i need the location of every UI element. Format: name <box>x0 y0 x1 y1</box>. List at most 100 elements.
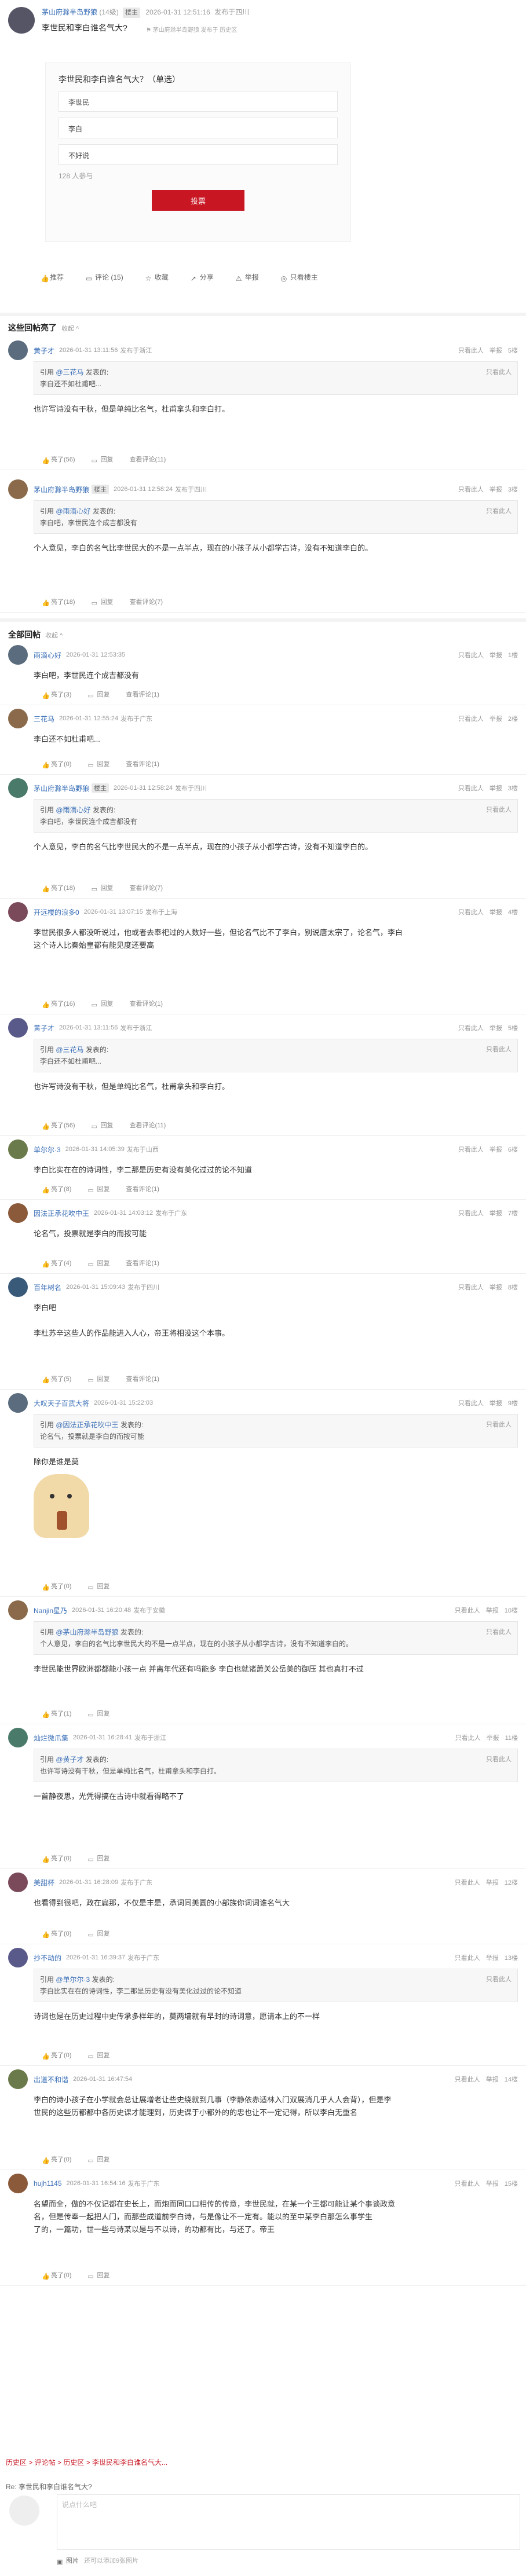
report-button[interactable]: 举报 <box>486 2179 499 2188</box>
report-button[interactable]: 举报 <box>490 1023 502 1032</box>
view-comments-button[interactable]: 查看评论(11) <box>130 1120 166 1130</box>
only-button[interactable]: 只看此人 <box>458 1145 484 1154</box>
quote-user[interactable]: @黄子才 <box>56 1756 83 1764</box>
only-button[interactable]: 只看此人 <box>486 804 512 816</box>
reply-username[interactable]: 美甜杯 <box>34 1878 54 1888</box>
reply-username[interactable]: 大叹天子百武大将 <box>34 1398 89 1408</box>
only-button[interactable]: 只看此人 <box>486 1974 512 1985</box>
reply-button[interactable]: ▭ 回复 <box>87 2270 109 2280</box>
view-comments-button[interactable]: 查看评论(1) <box>126 1184 159 1193</box>
only-button[interactable]: 只看此人 <box>458 650 484 659</box>
only-button[interactable]: 只看此人 <box>486 505 512 517</box>
reply-input[interactable]: 说点什么吧 <box>57 2494 520 2550</box>
quote-user[interactable]: @因法正承花吹中王 <box>56 1421 118 1429</box>
only-button[interactable]: 只看此人 <box>486 1754 512 1765</box>
reply-username[interactable]: 茅山府滁半岛野狼 <box>34 485 89 494</box>
favorite-button[interactable]: ☆ 收藏 <box>145 272 169 283</box>
report-button[interactable]: 举报 <box>487 1733 499 1742</box>
quote-user[interactable]: @茅山府滁半岛野狼 <box>56 1628 118 1636</box>
view-comments-button[interactable]: 查看评论(11) <box>130 455 166 464</box>
avatar[interactable] <box>8 1600 28 1620</box>
like-button[interactable]: 👍 亮了(0) <box>42 2050 71 2060</box>
reply-button[interactable]: ▭ 回复 <box>87 690 109 699</box>
only-button[interactable]: 只看此人 <box>486 367 512 378</box>
avatar[interactable] <box>8 1203 28 1223</box>
reply-button[interactable]: ▭ 回复 <box>92 597 114 607</box>
author-avatar[interactable] <box>8 7 35 34</box>
only-button[interactable]: 只看此人 <box>458 346 484 355</box>
like-button[interactable]: 👍 亮了(4) <box>42 1258 71 1268</box>
reply-button[interactable]: ▭ 回复 <box>87 1258 109 1268</box>
report-button[interactable]: 举报 <box>490 485 502 494</box>
only-button[interactable]: 只看此人 <box>455 1733 481 1742</box>
like-button[interactable]: 👍 亮了(0) <box>42 1581 71 1591</box>
reply-username[interactable]: 抄不动的 <box>34 1953 61 1963</box>
avatar[interactable] <box>8 1139 28 1159</box>
reply-username[interactable]: 灿烂微爪集 <box>34 1733 68 1743</box>
report-button[interactable]: 举报 <box>490 1208 502 1218</box>
like-button[interactable]: 👍 亮了(5) <box>42 1374 71 1384</box>
reply-username[interactable]: Nanjin星乃 <box>34 1606 67 1615</box>
like-button[interactable]: 👍 亮了(1) <box>42 1709 71 1718</box>
avatar[interactable] <box>8 1948 28 1967</box>
avatar[interactable] <box>8 778 28 798</box>
quote-user[interactable]: @三花马 <box>56 368 83 376</box>
poll-option[interactable]: 不好说 <box>59 144 338 165</box>
quote-user[interactable]: @雨滴心好 <box>56 507 90 515</box>
avatar[interactable] <box>8 1277 28 1297</box>
only-button[interactable]: 只看此人 <box>458 485 484 494</box>
reply-button[interactable]: ▭ 回复 <box>87 1581 109 1591</box>
report-button[interactable]: 举报 <box>490 783 502 793</box>
like-button[interactable]: 👍 亮了(3) <box>42 690 71 699</box>
like-button[interactable]: 👍 亮了(56) <box>42 1120 75 1130</box>
only-button[interactable]: 只看此人 <box>458 1282 484 1292</box>
comment-button[interactable]: ▭ 评论 (15) <box>86 272 123 283</box>
reply-button[interactable]: ▭ 回复 <box>87 1853 109 1863</box>
image-button[interactable]: ▣ 图片 <box>57 2557 79 2566</box>
reply-button[interactable]: ▭ 回复 <box>87 1374 109 1384</box>
view-comments-button[interactable]: 查看评论(7) <box>130 883 163 892</box>
only-button[interactable]: 只看此人 <box>455 1606 480 1615</box>
report-button[interactable]: ⚠ 举报 <box>236 272 259 283</box>
report-button[interactable]: 举报 <box>486 1953 499 1962</box>
like-button[interactable]: 👍 亮了(0) <box>42 759 71 769</box>
vote-button[interactable]: 投票 <box>152 190 244 211</box>
view-comments-button[interactable]: 查看评论(7) <box>130 597 163 606</box>
reply-username[interactable]: 黄子才 <box>34 1023 54 1033</box>
reply-username[interactable]: 三花马 <box>34 714 54 724</box>
breadcrumb[interactable]: 历史区 > 评论帖 > 历史区 > 李世民和李白谁名气大... <box>6 2457 167 2467</box>
like-button[interactable]: 👍 亮了(0) <box>42 1853 71 1863</box>
view-comments-button[interactable]: 查看评论(1) <box>126 759 159 768</box>
poll-option[interactable]: 李世民 <box>59 91 338 112</box>
author-only-button[interactable]: ◎ 只看楼主 <box>281 272 318 283</box>
report-button[interactable]: 举报 <box>486 1606 499 1615</box>
share-button[interactable]: ↗ 分享 <box>191 272 214 283</box>
only-button[interactable]: 只看此人 <box>455 1953 480 1962</box>
reply-button[interactable]: ▭ 回复 <box>92 1120 114 1130</box>
like-button[interactable]: 👍 亮了(0) <box>42 2270 71 2280</box>
report-button[interactable]: 举报 <box>490 346 502 355</box>
reply-username[interactable]: 茅山府滁半岛野狼 <box>34 783 89 793</box>
report-button[interactable]: 举报 <box>490 907 502 917</box>
reply-username[interactable]: 因法正承花吹中王 <box>34 1208 89 1218</box>
like-button[interactable]: 👍 亮了(56) <box>42 455 75 464</box>
only-button[interactable]: 只看此人 <box>458 907 484 917</box>
reply-username[interactable]: 出道不和谐 <box>34 2075 68 2084</box>
only-button[interactable]: 只看此人 <box>458 1023 484 1032</box>
only-button[interactable]: 只看此人 <box>458 1208 484 1218</box>
avatar[interactable] <box>8 479 28 499</box>
only-button[interactable]: 只看此人 <box>455 1878 480 1887</box>
reply-button[interactable]: ▭ 回复 <box>87 1929 109 1939</box>
avatar[interactable] <box>8 340 28 360</box>
avatar[interactable] <box>8 2069 28 2089</box>
report-button[interactable]: 举报 <box>490 1282 502 1292</box>
avatar[interactable] <box>8 2174 28 2193</box>
view-comments-button[interactable]: 查看评论(1) <box>130 999 163 1008</box>
only-button[interactable]: 只看此人 <box>455 2075 480 2084</box>
reply-button[interactable]: ▭ 回复 <box>87 759 109 769</box>
quote-user[interactable]: @三花马 <box>56 1046 83 1054</box>
like-button[interactable]: 👍 亮了(18) <box>42 883 75 893</box>
recommend-button[interactable]: 👍推荐 <box>41 272 64 283</box>
like-button[interactable]: 👍 亮了(18) <box>42 597 75 607</box>
report-button[interactable]: 举报 <box>486 2075 499 2084</box>
